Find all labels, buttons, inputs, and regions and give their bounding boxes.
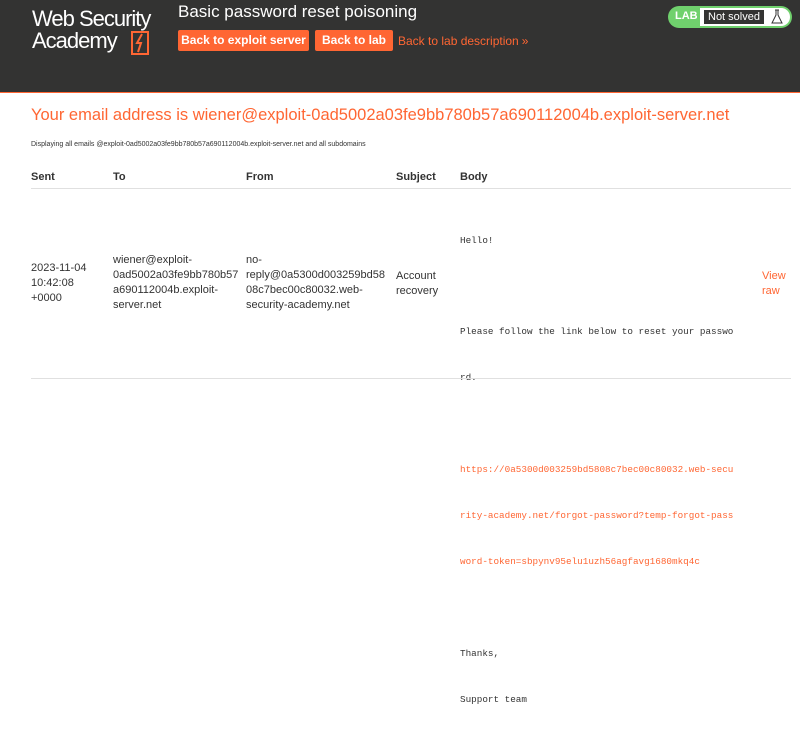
sent-date: 2023-11-04 <box>31 262 87 274</box>
back-to-lab-button[interactable]: Back to lab <box>315 30 393 51</box>
body-line: ​ <box>460 600 733 615</box>
lab-description-label: Back to lab description <box>398 34 519 48</box>
flask-icon <box>771 9 783 24</box>
from-line: reply@0a5300d003259bd58 <box>246 269 386 281</box>
double-chevron-right-icon: » <box>521 34 529 48</box>
from-line: security-academy.net <box>246 299 350 311</box>
view-raw-line: raw <box>762 285 780 297</box>
email-body-cell: Hello! ​ Please follow the link below to… <box>460 202 733 737</box>
lab-title: Basic password reset poisoning <box>178 2 418 21</box>
from-line: 08c7bec00c80032.web- <box>246 284 363 296</box>
body-line: Please follow the link below to reset yo… <box>460 326 734 338</box>
body-line: Thanks, <box>460 647 500 659</box>
back-to-exploit-server-button[interactable]: Back to exploit server <box>178 30 309 51</box>
lab-status-inner: Not solved <box>700 8 790 26</box>
column-header-from: From <box>246 171 274 183</box>
logo-line-1: Web Security <box>32 6 151 31</box>
display-emails-note: Displaying all emails @exploit-0ad5002a0… <box>31 141 366 148</box>
lab-status-widget: LAB Not solved <box>668 6 792 28</box>
email-to-cell: wiener@exploit- 0ad5002a03fe9bb780b57 a6… <box>113 253 238 313</box>
column-header-subject: Subject <box>396 171 436 183</box>
academy-bolt-icon <box>131 31 149 55</box>
sent-time: 10:42:08 <box>31 277 74 289</box>
reset-password-link[interactable]: word-token=sbpynv95elu1uzh56agfavg1680mk… <box>460 554 733 569</box>
subject-line: recovery <box>396 285 439 297</box>
column-header-body: Body <box>460 171 488 183</box>
reset-password-link[interactable]: rity-academy.net/forgot-password?temp-fo… <box>460 508 733 523</box>
email-address-heading: Your email address is wiener@exploit-0ad… <box>31 106 730 124</box>
lab-badge: LAB <box>675 10 698 22</box>
email-from-cell: no- reply@0a5300d003259bd58 08c7bec00c80… <box>246 253 385 313</box>
table-header-divider <box>31 188 791 189</box>
table-row-divider <box>31 378 791 379</box>
back-to-lab-description-link[interactable]: Back to lab description» <box>398 34 528 48</box>
sent-timezone: +0000 <box>31 292 62 304</box>
email-subject-cell: Account recovery <box>396 269 438 299</box>
to-line: a690112004b.exploit- <box>113 284 218 296</box>
body-line: ​ <box>460 278 733 293</box>
to-line: server.net <box>113 299 162 311</box>
body-line: Hello! <box>460 234 494 246</box>
view-raw-link[interactable]: View raw <box>762 269 786 299</box>
reset-password-link[interactable]: https://0a5300d003259bd5808c7bec00c80032… <box>460 462 733 477</box>
lab-header: Web Security Academy Basic password rese… <box>0 0 800 93</box>
lab-state-label: Not solved <box>704 10 764 24</box>
to-line: 0ad5002a03fe9bb780b57 <box>113 269 239 281</box>
view-raw-line: View <box>762 270 786 282</box>
from-line: no- <box>246 254 262 266</box>
web-security-academy-logo[interactable]: Web Security Academy <box>32 8 160 58</box>
subject-line: Account <box>396 270 436 282</box>
column-header-to: To <box>113 171 126 183</box>
email-sent-cell: 2023-11-04 10:42:08 +0000 <box>31 261 86 306</box>
body-line: ​ <box>460 416 733 431</box>
to-line: wiener@exploit- <box>113 254 193 266</box>
body-line: Support team <box>460 693 527 705</box>
logo-line-2: Academy <box>32 28 118 53</box>
column-header-sent: Sent <box>31 171 55 183</box>
